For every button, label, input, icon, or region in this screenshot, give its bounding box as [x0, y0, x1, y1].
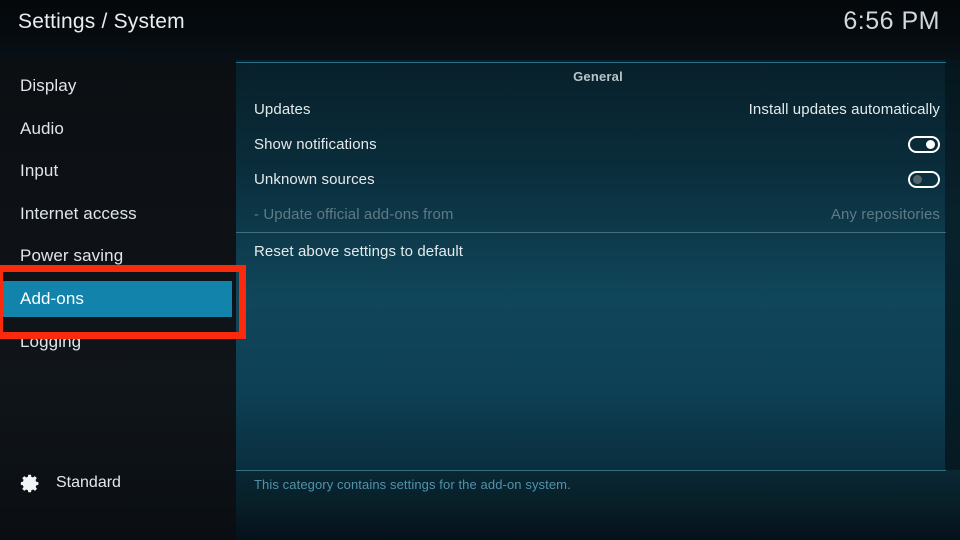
sidebar-item-internet-access[interactable]: Internet access: [0, 196, 232, 232]
setting-label: Unknown sources: [254, 170, 375, 188]
clock-label: 6:56 PM: [843, 7, 940, 35]
settings-content-panel: General Updates Install updates automatic…: [236, 60, 960, 470]
profile-label: Standard: [56, 474, 121, 491]
sidebar-item-input[interactable]: Input: [0, 153, 232, 189]
setting-toggle-on[interactable]: [908, 135, 940, 153]
settings-group-header: General: [573, 69, 623, 84]
toggle-knob: [913, 174, 922, 184]
setting-value[interactable]: Any repositories: [831, 206, 940, 223]
toggle-knob: [926, 139, 935, 149]
setting-label: - Update official add-ons from: [254, 205, 454, 223]
sidebar-item-label: Logging: [20, 331, 82, 351]
sidebar-item-label: Display: [20, 76, 77, 95]
settings-divider: [236, 232, 946, 233]
setting-row[interactable]: Updates Install updates automatically: [236, 93, 960, 125]
sidebar-item-logging[interactable]: Logging: [0, 324, 232, 360]
setting-row[interactable]: Reset above settings to default: [236, 235, 960, 267]
sidebar-item-label: Internet access: [20, 203, 137, 223]
setting-row[interactable]: Show notifications: [236, 128, 960, 160]
setting-toggle-off[interactable]: [908, 170, 940, 188]
sidebar-item-label: Add-ons: [20, 289, 85, 308]
sidebar-item-label: Input: [20, 161, 59, 181]
setting-label: Show notifications: [254, 135, 377, 153]
sidebar-item-label: Audio: [20, 118, 64, 138]
gear-icon: [20, 473, 41, 494]
setting-row[interactable]: - Update official add-ons from Any reposi…: [236, 198, 960, 230]
sidebar-item-label: Power saving: [20, 246, 124, 266]
setting-label: Reset above settings to default: [254, 242, 464, 260]
panel-top-rule: [236, 62, 946, 63]
sidebar-item-add-ons[interactable]: Add-ons: [0, 281, 232, 317]
settings-category-list[interactable]: Display Audio Input Internet access Power sa…: [0, 60, 236, 460]
category-description: This category contains settings for the …: [254, 477, 571, 492]
setting-row[interactable]: Unknown sources: [236, 163, 960, 195]
kodi-settings-screen: Settings / System 6:56 PM Display Audio In…: [0, 0, 960, 540]
profile-indicator[interactable]: Standard: [20, 470, 121, 496]
sidebar-item-audio[interactable]: Audio: [0, 111, 232, 147]
description-rule: [236, 470, 946, 471]
sidebar-item-display[interactable]: Display: [0, 68, 232, 104]
sidebar-item-power-saving[interactable]: Power saving: [0, 238, 232, 274]
page-title: Settings / System: [18, 10, 185, 33]
setting-value[interactable]: Install updates automatically: [749, 101, 940, 118]
setting-label: Updates: [254, 100, 311, 118]
